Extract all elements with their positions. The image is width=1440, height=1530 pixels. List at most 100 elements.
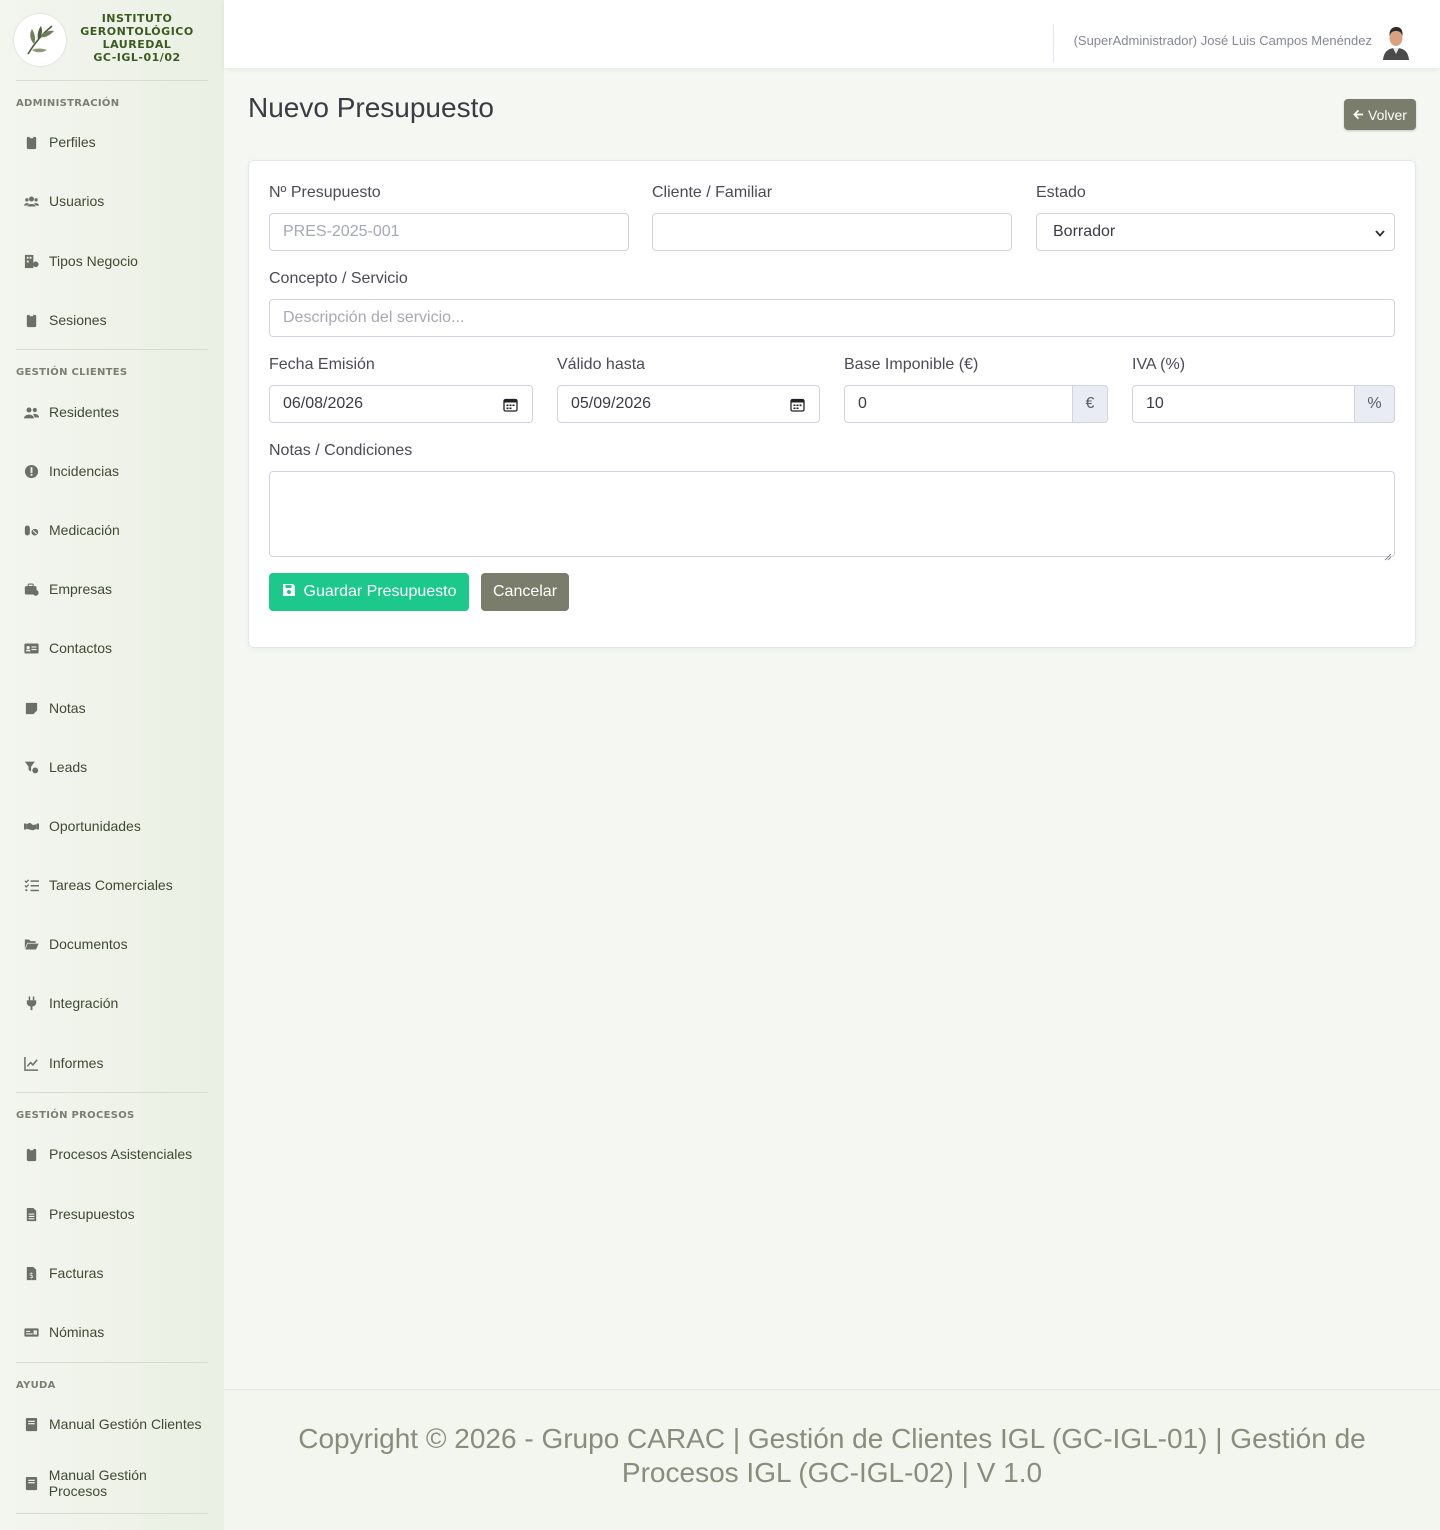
sidebar-item-label: Incidencias xyxy=(49,463,120,479)
estado-select[interactable]: Borrador xyxy=(1036,213,1395,251)
calendar-icon[interactable] xyxy=(503,397,518,412)
estado-label: Estado xyxy=(1036,184,1086,201)
fecha-emision-input[interactable]: 06/08/2026 xyxy=(269,385,533,423)
sidebar-item-label: Leads xyxy=(49,759,88,775)
cliente-label: Cliente / Familiar xyxy=(652,184,773,201)
cliente-input[interactable] xyxy=(652,213,1012,251)
brand[interactable]: INSTITUTO GERONTOLÓGICO LAUREDAL GC-IGL-… xyxy=(0,0,224,80)
notas-label: Notas / Condiciones xyxy=(269,442,413,459)
sidebar-item-label: Usuarios xyxy=(49,193,105,209)
back-button-label: Volver xyxy=(1368,106,1407,123)
valido-hasta-value: 05/09/2026 xyxy=(571,395,652,412)
sidebar-item-presupuestos[interactable]: Presupuestos xyxy=(16,1194,208,1234)
sidebar-divider xyxy=(16,1092,208,1093)
cancel-button[interactable]: Cancelar xyxy=(481,573,569,611)
save-button[interactable]: Guardar Presupuesto xyxy=(269,573,469,611)
sidebar-item-documentos[interactable]: Documentos xyxy=(16,924,208,964)
concepto-placeholder: Descripción del servicio... xyxy=(283,309,465,326)
users-icon xyxy=(16,194,49,209)
sidebar-item-notas[interactable]: Notas xyxy=(16,688,208,728)
valido-hasta-label: Válido hasta xyxy=(557,356,646,373)
floppy-disk-icon xyxy=(282,583,296,602)
folder-open-icon xyxy=(16,937,49,952)
sidebar-item-residentes[interactable]: Residentes xyxy=(16,392,208,432)
sidebar-item-label: Manual Gestión Clientes xyxy=(49,1416,202,1432)
tasks-icon xyxy=(16,878,49,893)
svg-text:$: $ xyxy=(29,1271,34,1280)
sidebar-item-manual-procesos[interactable]: Manual Gestión Procesos xyxy=(16,1463,208,1503)
save-button-label: Guardar Presupuesto xyxy=(303,583,457,600)
clipboard-icon xyxy=(16,312,49,328)
valido-hasta-input[interactable]: 05/09/2026 xyxy=(557,385,820,423)
sidebar-item-label: Contactos xyxy=(49,640,113,656)
sidebar-item-label: Facturas xyxy=(49,1265,104,1281)
fecha-emision-value: 06/08/2026 xyxy=(283,395,364,412)
sidebar-item-medicacion[interactable]: Medicación xyxy=(16,510,208,550)
sidebar-item-usuarios[interactable]: Usuarios xyxy=(16,181,208,221)
sidebar-item-facturas[interactable]: $ Facturas xyxy=(16,1253,208,1293)
back-button[interactable]: Volver xyxy=(1344,99,1416,130)
calendar-icon[interactable] xyxy=(790,397,805,412)
topbar: (SuperAdministrador) José Luis Campos Me… xyxy=(224,0,1440,68)
sidebar-item-tipos-negocio[interactable]: Tipos Negocio xyxy=(16,241,208,281)
chevron-down-icon xyxy=(1374,226,1386,238)
sidebar-item-label: Manual Gestión Procesos xyxy=(48,1467,147,1499)
numero-input[interactable]: PRES-2025-001 xyxy=(269,213,629,251)
pills-icon xyxy=(16,523,49,538)
file-alt-icon xyxy=(16,1207,49,1222)
address-card-icon xyxy=(16,641,49,656)
sidebar-item-tareas-comerciales[interactable]: Tareas Comerciales xyxy=(16,865,208,905)
user-name[interactable]: (SuperAdministrador) José Luis Campos Me… xyxy=(1074,33,1372,48)
brand-line-1: INSTITUTO xyxy=(101,12,173,25)
sidebar-item-leads[interactable]: Leads xyxy=(16,747,208,787)
brand-name: INSTITUTO GERONTOLÓGICO LAUREDAL GC-IGL-… xyxy=(72,12,202,64)
sidebar-heading-admin: ADMINISTRACIÓN xyxy=(16,98,120,109)
concepto-label: Concepto / Servicio xyxy=(269,270,408,287)
percent-addon: % xyxy=(1354,385,1395,423)
sidebar-item-procesos-asistenciales[interactable]: Procesos Asistenciales xyxy=(16,1134,208,1174)
sidebar-item-informes[interactable]: Informes xyxy=(16,1043,208,1083)
book-icon xyxy=(16,1476,49,1491)
resize-grip-icon[interactable] xyxy=(1384,546,1392,561)
sidebar-item-label: Residentes xyxy=(49,404,120,420)
sidebar-item-nominas[interactable]: Nóminas xyxy=(16,1312,208,1352)
sidebar-divider xyxy=(16,1362,208,1363)
sidebar-item-label: Notas xyxy=(49,700,86,716)
sidebar-item-sesiones[interactable]: Sesiones xyxy=(16,300,208,340)
sidebar-item-perfiles[interactable]: Perfiles xyxy=(16,122,208,162)
building-icon xyxy=(16,254,49,269)
sidebar-heading-help: AYUDA xyxy=(16,1380,56,1391)
estado-value: Borrador xyxy=(1053,223,1116,240)
user-friends-icon xyxy=(16,405,49,420)
chart-line-icon xyxy=(16,1056,49,1071)
sticky-note-icon xyxy=(16,701,49,716)
sidebar-divider xyxy=(16,349,208,350)
base-imponible-input[interactable]: 0 € xyxy=(844,385,1108,423)
concepto-input[interactable]: Descripción del servicio... xyxy=(269,299,1395,337)
olive-branch-logo-icon xyxy=(14,14,66,66)
sidebar-item-contactos[interactable]: Contactos xyxy=(16,628,208,668)
copyright-line-1: Copyright © 2026 - Grupo CARAC | Gestión… xyxy=(298,1423,1366,1454)
sidebar-item-empresas[interactable]: Empresas xyxy=(16,569,208,609)
sidebar-item-label: Empresas xyxy=(49,581,113,597)
sidebar-divider xyxy=(16,80,208,81)
sidebar-item-manual-clientes[interactable]: Manual Gestión Clientes xyxy=(16,1404,208,1444)
sidebar-item-integracion[interactable]: Integración xyxy=(16,983,208,1023)
briefcase-icon xyxy=(16,582,49,597)
plug-icon xyxy=(16,995,49,1011)
iva-label: IVA (%) xyxy=(1132,356,1186,373)
iva-input[interactable]: 10 % xyxy=(1132,385,1395,423)
notas-textarea[interactable] xyxy=(269,471,1395,561)
clipboard-icon xyxy=(16,1146,49,1162)
sidebar-item-label: Nóminas xyxy=(49,1324,105,1340)
numero-placeholder: PRES-2025-001 xyxy=(283,223,400,240)
user-avatar[interactable] xyxy=(1380,24,1412,60)
sidebar-item-oportunidades[interactable]: Oportunidades xyxy=(16,806,208,846)
sidebar-item-incidencias[interactable]: Incidencias xyxy=(16,451,208,491)
fecha-emision-label: Fecha Emisión xyxy=(269,356,375,373)
sidebar-item-label: Sesiones xyxy=(49,312,107,328)
base-imponible-value: 0 xyxy=(858,395,867,412)
id-badge-icon xyxy=(16,134,49,150)
footer: Copyright © 2026 - Grupo CARAC | Gestión… xyxy=(224,1389,1440,1530)
sidebar-heading-clients: GESTIÓN CLIENTES xyxy=(16,367,128,378)
